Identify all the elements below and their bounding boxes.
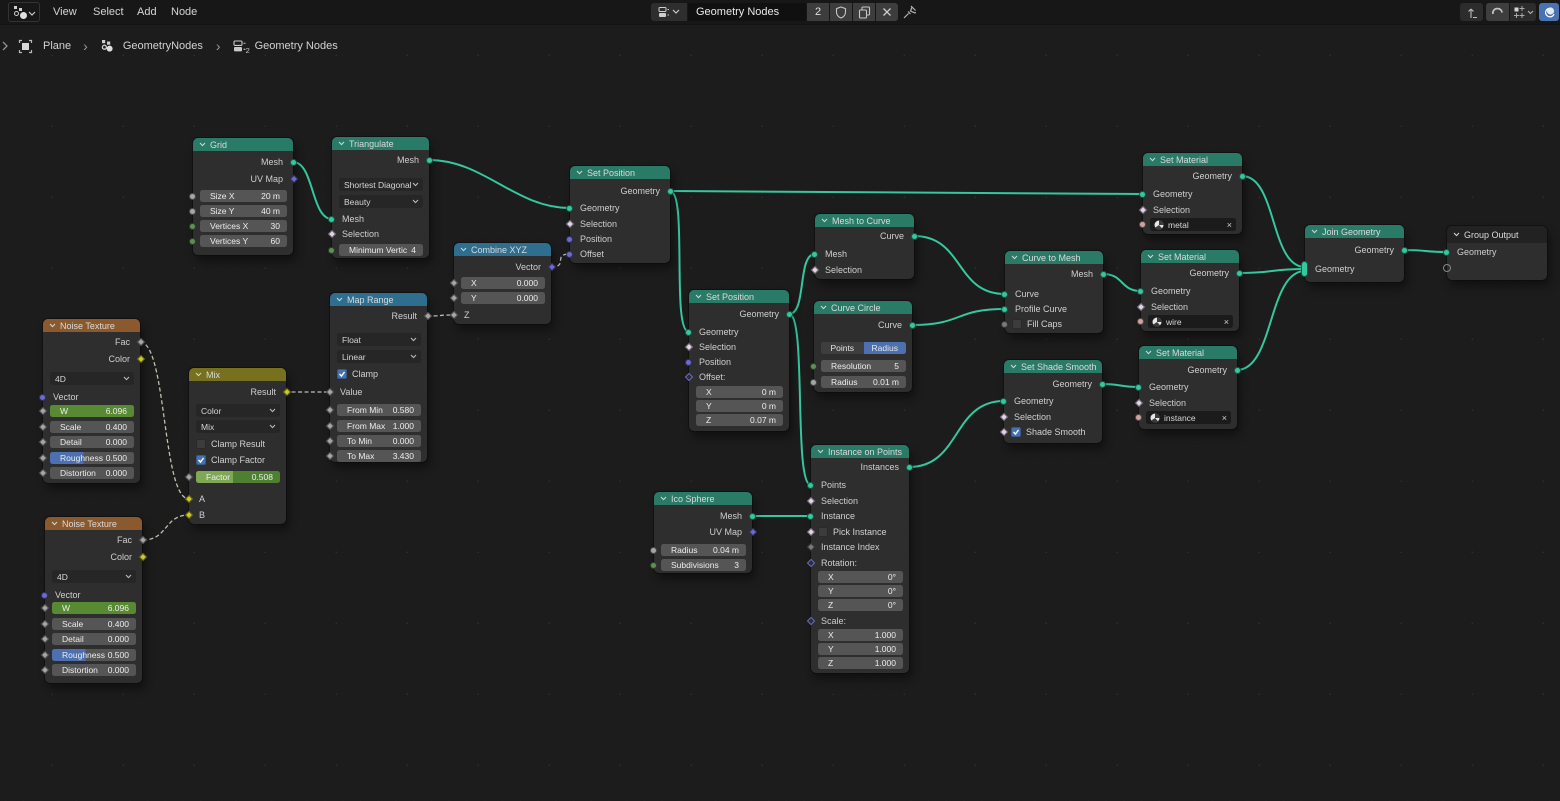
svg-text:2: 2	[245, 46, 249, 54]
